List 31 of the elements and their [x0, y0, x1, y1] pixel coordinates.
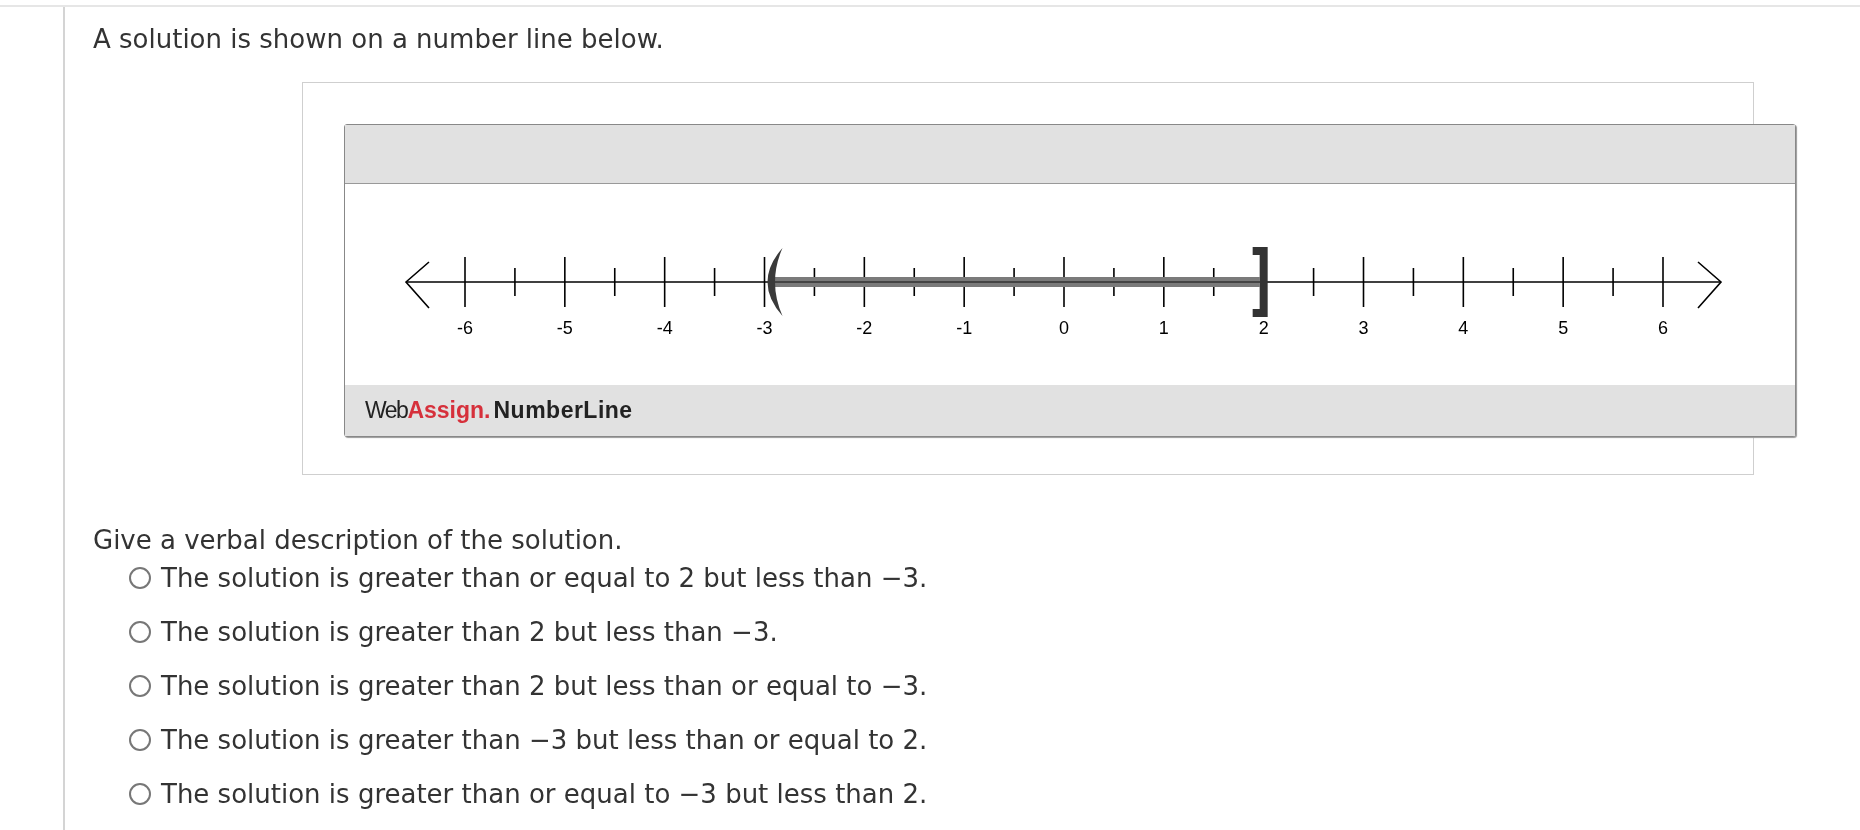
answer-option[interactable]: The solution is greater than 2 but less than or equal to −3.: [129, 671, 1860, 701]
tick-label: -6: [457, 318, 473, 338]
tick-label: 2: [1258, 318, 1269, 338]
tick-label: -1: [956, 318, 973, 338]
option-text: The solution is greater than −3 but less than or equal to 2.: [161, 725, 928, 755]
tick-label: 6: [1658, 318, 1668, 338]
option-text: The solution is greater than or equal to 2 but less than −3.: [161, 563, 928, 593]
radio-button[interactable]: [129, 729, 151, 751]
tick-label: 0: [1059, 318, 1069, 338]
tick-label: -2: [856, 318, 873, 338]
radio-button[interactable]: [129, 675, 151, 697]
tick-label: 3: [1358, 318, 1369, 338]
tick-label: -4: [656, 318, 673, 338]
tick-label: 5: [1558, 318, 1569, 338]
brand-logo: WebAssign.NumberLine: [365, 397, 633, 424]
answer-option[interactable]: The solution is greater than 2 but less than −3.: [129, 617, 1860, 647]
answer-option[interactable]: The solution is greater than or equal to 2 but less than −3.: [129, 563, 1860, 593]
tick-label: 1: [1158, 318, 1169, 338]
option-text: The solution is greater than 2 but less than or equal to −3.: [161, 671, 928, 701]
radio-button[interactable]: [129, 783, 151, 805]
tick-label: 4: [1458, 318, 1469, 338]
tick-label: -3: [756, 318, 773, 338]
radio-button[interactable]: [129, 567, 151, 589]
radio-button[interactable]: [129, 621, 151, 643]
answer-option[interactable]: The solution is greater than −3 but less than or equal to 2.: [129, 725, 1860, 755]
option-text: The solution is greater than 2 but less than −3.: [161, 617, 778, 647]
tick-label: -5: [556, 318, 573, 338]
prompt-text: A solution is shown on a number line below.: [93, 24, 665, 54]
answer-option[interactable]: The solution is greater than or equal to −3 but less than 2.: [129, 779, 1860, 809]
option-text: The solution is greater than or equal to −3 but less than 2.: [161, 779, 928, 809]
question-text: Give a verbal description of the solution.: [93, 525, 624, 555]
